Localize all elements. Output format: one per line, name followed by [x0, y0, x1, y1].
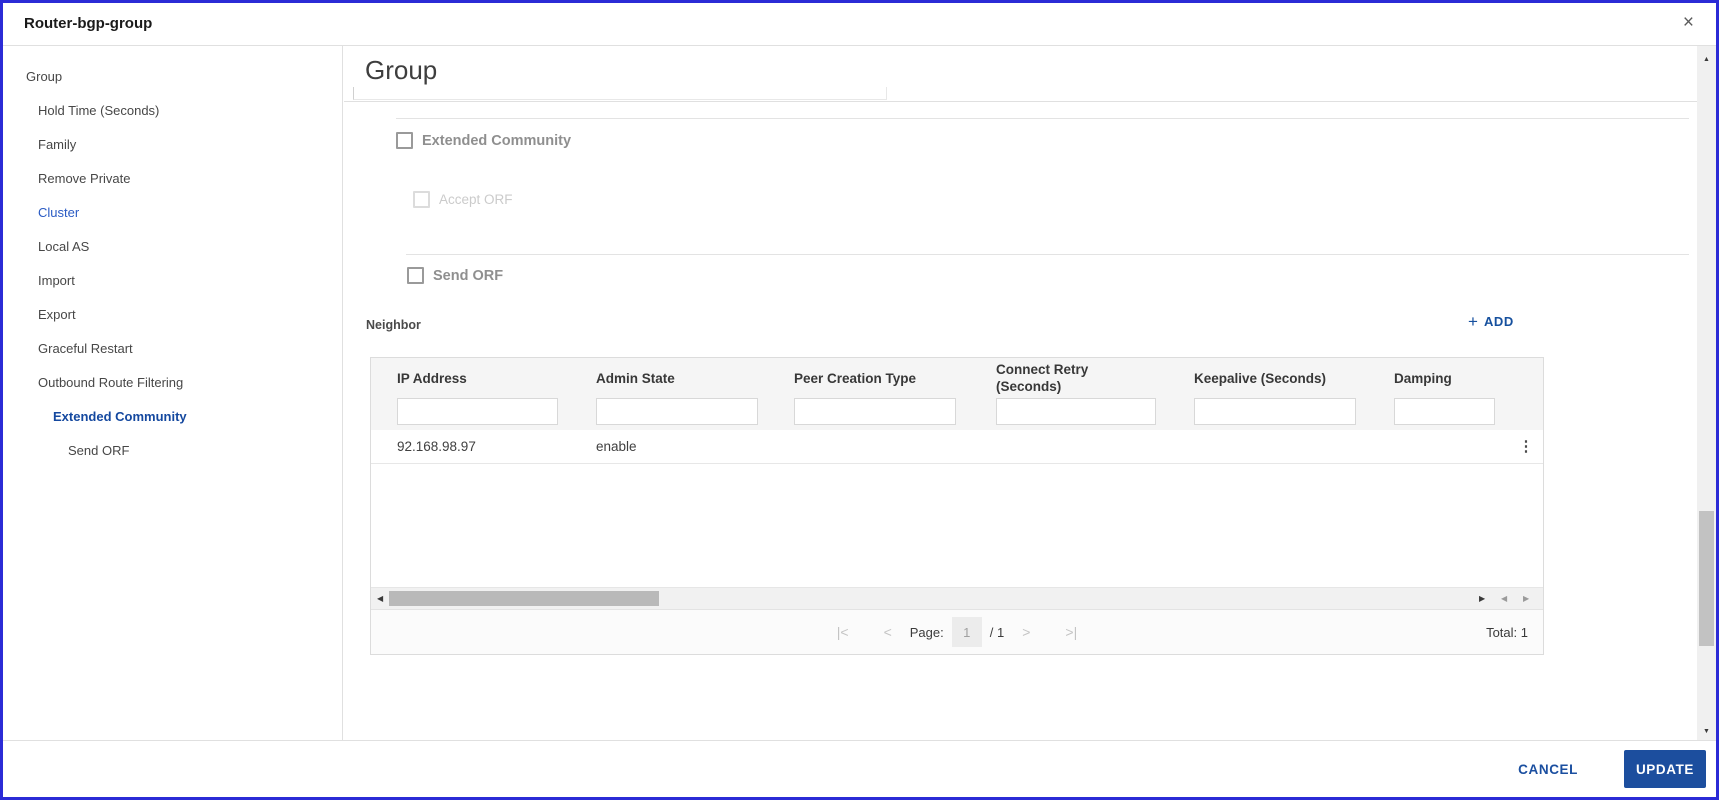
neighbor-table-header: IP Address Admin State Peer Creation Type C…: [371, 358, 1543, 430]
sidebar-item-local-as[interactable]: Local AS: [3, 229, 342, 263]
column-header-damping: Damping: [1394, 370, 1452, 386]
add-neighbor-button[interactable]: + ADD: [1468, 313, 1514, 330]
sidebar-item-send-orf[interactable]: Send ORF: [3, 433, 342, 467]
dialog-title: Router-bgp-group: [24, 15, 153, 32]
table-cell-admin-state: enable: [596, 439, 637, 454]
next-page-icon[interactable]: >: [1022, 624, 1030, 640]
dialog-header: Router-bgp-group ×: [3, 3, 1716, 46]
row-actions-kebab-icon[interactable]: ⋮: [1514, 430, 1538, 464]
table-horizontal-scrollbar: ◀ ▶ ◀ ▶: [371, 587, 1543, 609]
sidebar-item-group[interactable]: Group: [3, 59, 342, 93]
filter-input-ip-address[interactable]: [397, 398, 558, 425]
table-cell-connect-retry-seconds: [996, 430, 1176, 464]
filter-input-connect-retry-seconds[interactable]: [996, 398, 1156, 425]
send-orf-checkbox[interactable]: [407, 267, 424, 284]
filter-input-peer-creation-type[interactable]: [794, 398, 956, 425]
accept-orf-label: Accept ORF: [439, 192, 513, 207]
sidebar-item-graceful-restart[interactable]: Graceful Restart: [3, 331, 342, 365]
total-count-label: Total: 1: [1486, 624, 1528, 640]
neighbor-table: IP Address Admin State Peer Creation Type C…: [370, 357, 1544, 655]
add-button-label: ADD: [1483, 314, 1514, 329]
section-divider: [406, 254, 1689, 255]
extended-community-checkbox-row: Extended Community: [396, 132, 571, 149]
send-orf-label: Send ORF: [433, 267, 504, 284]
close-icon[interactable]: ×: [1683, 13, 1694, 32]
send-orf-checkbox-row: Send ORF: [407, 267, 503, 284]
last-page-icon[interactable]: >|: [1065, 624, 1077, 640]
sidebar: Group Hold Time (Seconds) Family Remove Pri…: [3, 46, 343, 740]
extended-community-checkbox[interactable]: [396, 132, 413, 149]
section-divider: [396, 118, 1689, 119]
sidebar-item-cluster[interactable]: Cluster: [3, 195, 342, 229]
clipped-field-artifact: [353, 87, 887, 100]
table-cell-peer-creation-type: [794, 430, 976, 464]
next-column-arrow-icon[interactable]: ▶: [1523, 588, 1529, 610]
table-cell-keepalive-seconds: [1194, 430, 1376, 464]
scroll-up-arrow-icon[interactable]: ▲: [1697, 56, 1716, 63]
heading-divider: [344, 101, 1700, 102]
accept-orf-checkbox: [413, 191, 430, 208]
column-header-keepalive-seconds: Keepalive (Seconds): [1194, 370, 1327, 386]
page-number-input: [951, 617, 982, 647]
column-header-connect-retry-seconds: Connect Retry (Seconds): [996, 362, 1089, 394]
page-title: Group: [365, 55, 438, 85]
router-bgp-group-dialog: Router-bgp-group × Group Hold Time (Secon…: [0, 0, 1719, 800]
plus-icon: +: [1468, 312, 1478, 331]
prev-column-arrow-icon[interactable]: ◀: [1501, 588, 1507, 610]
previous-page-icon[interactable]: <: [884, 624, 892, 640]
first-page-icon[interactable]: |<: [837, 624, 849, 640]
cancel-button[interactable]: CANCEL: [1518, 762, 1578, 777]
filter-input-keepalive-seconds[interactable]: [1194, 398, 1356, 425]
sidebar-item-remove-private[interactable]: Remove Private: [3, 161, 342, 195]
extended-community-label: Extended Community: [422, 132, 572, 149]
neighbor-section-label: Neighbor: [366, 318, 421, 332]
vertical-scrollbar: ▲ ▼: [1697, 46, 1716, 745]
vscroll-thumb[interactable]: [1699, 511, 1714, 646]
filter-input-admin-state[interactable]: [596, 398, 758, 425]
sidebar-item-import[interactable]: Import: [3, 263, 342, 297]
page-total-label: / 1: [989, 624, 1005, 640]
page-label: Page:: [909, 624, 944, 640]
sidebar-item-extended-community[interactable]: Extended Community: [3, 399, 342, 433]
hscroll-left-arrow-icon[interactable]: ◀: [377, 588, 383, 610]
sidebar-item-outbound-route-filtering[interactable]: Outbound Route Filtering: [3, 365, 342, 399]
sidebar-item-export[interactable]: Export: [3, 297, 342, 331]
sidebar-item-family[interactable]: Family: [3, 127, 342, 161]
dialog-footer: CANCEL UPDATE: [3, 740, 1716, 797]
column-header-ip-address: IP Address: [397, 370, 467, 386]
filter-input-damping[interactable]: [1394, 398, 1495, 425]
table-row[interactable]: ⋮ 92.168.98.97 enable: [371, 430, 1543, 464]
column-header-peer-creation-type: Peer Creation Type: [794, 370, 917, 386]
accept-orf-checkbox-row: Accept ORF: [413, 191, 513, 208]
hscroll-thumb[interactable]: [389, 591, 659, 606]
scroll-down-arrow-icon[interactable]: ▼: [1697, 728, 1716, 735]
update-button[interactable]: UPDATE: [1624, 750, 1706, 788]
table-cell-damping: [1394, 430, 1515, 464]
column-header-admin-state: Admin State: [596, 370, 675, 386]
sidebar-item-hold-time-seconds[interactable]: Hold Time (Seconds): [3, 93, 342, 127]
table-pagination: |< < Page: / 1 > >| Total: 1: [371, 609, 1543, 654]
hscroll-right-arrow-icon[interactable]: ▶: [1479, 588, 1485, 610]
table-cell-ip-address: 92.168.98.97: [397, 439, 476, 454]
